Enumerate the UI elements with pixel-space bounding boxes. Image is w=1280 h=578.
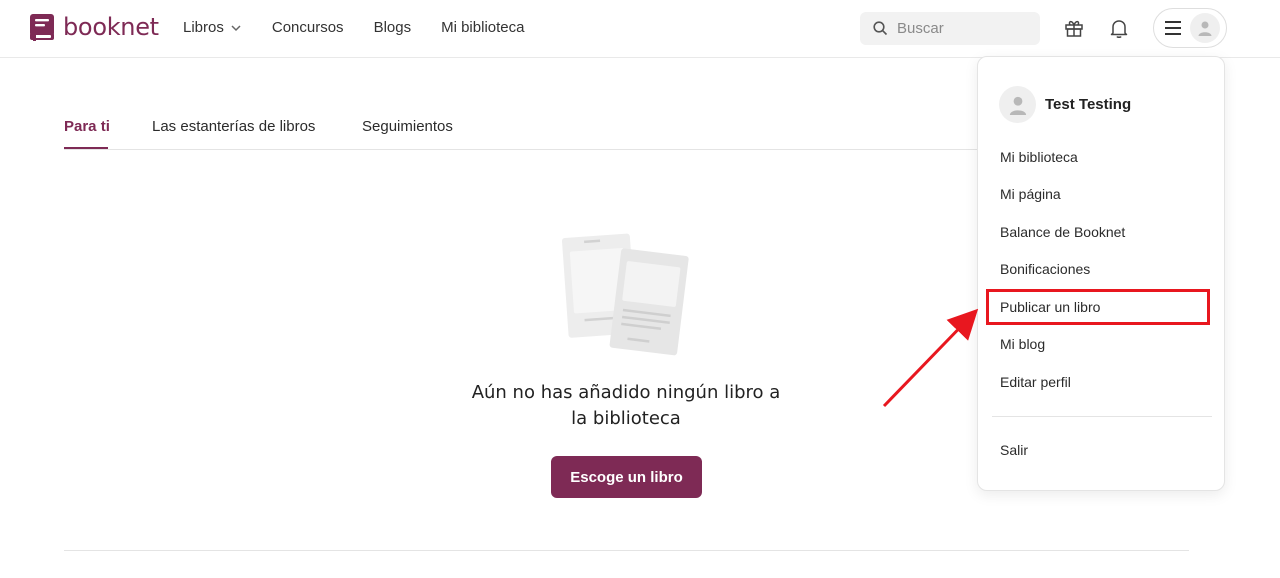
choose-book-button[interactable]: Escoge un libro (551, 456, 702, 498)
menu-item-salir[interactable]: Salir (1000, 442, 1028, 458)
menu-item-mi-pagina[interactable]: Mi página (1000, 186, 1061, 202)
booknet-logo[interactable]: booknet (28, 13, 159, 41)
nav-concursos-label: Concursos (271, 19, 344, 36)
brand-name: booknet (63, 13, 159, 41)
user-silhouette-icon (1009, 96, 1026, 115)
nav-blogs-label: Blogs (373, 19, 412, 36)
user-name: Test Testing (1045, 96, 1132, 113)
user-dropdown-menu: Test Testing Mi biblioteca Mi página Bal… (977, 56, 1225, 491)
empty-state-message: Aún no has añadido ningún libro a la bib… (471, 382, 781, 429)
avatar-icon (1190, 13, 1220, 43)
nav-libros-label: Libros (183, 19, 224, 36)
gift-icon[interactable] (1063, 17, 1085, 39)
empty-books-illustration (561, 233, 689, 356)
search-icon (873, 21, 888, 36)
nav-concursos[interactable]: Concursos (272, 19, 344, 36)
bottom-divider (64, 550, 1189, 551)
search-input[interactable] (897, 20, 1027, 37)
search-box[interactable] (860, 12, 1040, 45)
dropdown-user-header: Test Testing (999, 86, 1131, 123)
user-silhouette-icon (1198, 21, 1212, 36)
hamburger-icon (1165, 21, 1181, 35)
menu-item-balance[interactable]: Balance de Booknet (1000, 224, 1125, 240)
bell-icon[interactable] (1108, 17, 1130, 39)
menu-item-editar-perfil[interactable]: Editar perfil (1000, 374, 1071, 390)
nav-mi-biblioteca-label: Mi biblioteca (441, 19, 525, 36)
menu-item-mi-blog[interactable]: Mi blog (1000, 336, 1045, 352)
active-tab-indicator (64, 147, 108, 149)
nav-blogs[interactable]: Blogs (374, 19, 412, 36)
top-header: booknet Libros Concursos Blogs Mi biblio… (0, 0, 1280, 58)
nav-mi-biblioteca[interactable]: Mi biblioteca (441, 19, 524, 36)
tab-para-ti[interactable]: Para ti (64, 118, 110, 135)
highlight-box (986, 289, 1210, 325)
nav-libros[interactable]: Libros (183, 19, 242, 36)
tab-estanterias[interactable]: Las estanterías de libros (152, 118, 315, 135)
book-logo-icon (30, 14, 54, 41)
main-nav: Libros Concursos Blogs Mi biblioteca (183, 19, 554, 36)
user-menu-button[interactable] (1153, 8, 1227, 48)
menu-item-bonificaciones[interactable]: Bonificaciones (1000, 261, 1090, 277)
user-avatar (999, 86, 1036, 123)
chevron-down-icon (231, 24, 241, 31)
menu-item-mi-biblioteca[interactable]: Mi biblioteca (1000, 149, 1078, 165)
menu-divider (992, 416, 1212, 417)
tab-seguimientos[interactable]: Seguimientos (362, 118, 453, 135)
